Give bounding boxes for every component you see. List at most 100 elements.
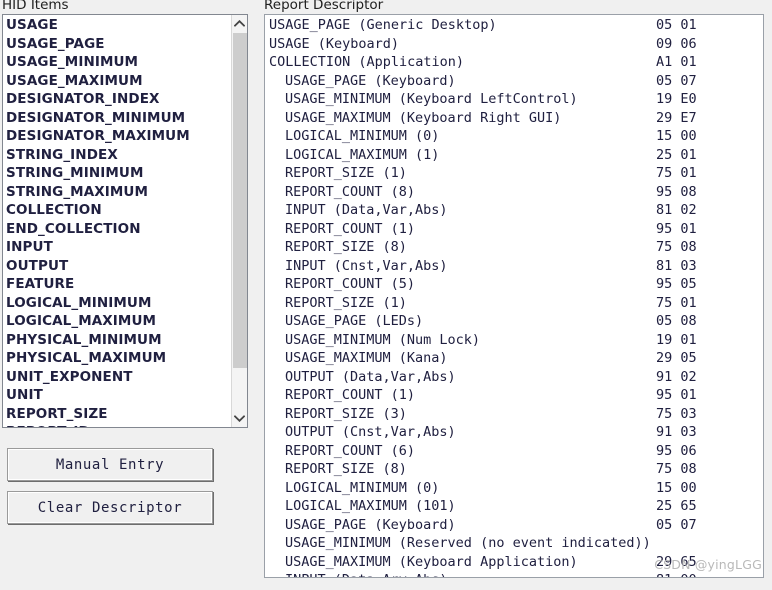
report-descriptor-item-text: REPORT_COUNT (6) [285, 442, 416, 459]
report-descriptor-line: COLLECTION (Application) A1 01 [267, 53, 763, 72]
hid-item[interactable]: REPORT_ID [6, 423, 231, 427]
report-descriptor-item-hex: 95 08 [656, 183, 697, 200]
report-descriptor-item-text: LOGICAL_MAXIMUM (1) [285, 146, 440, 163]
report-descriptor-item-hex: 95 01 [656, 220, 697, 237]
hid-items-group-label: HID Items [2, 0, 69, 13]
report-descriptor-line: LOGICAL_MAXIMUM (101) 25 65 [267, 497, 763, 516]
report-descriptor-item-hex: 75 01 [656, 294, 697, 311]
report-descriptor-item-hex: 19 01 [656, 331, 697, 348]
chevron-down-icon [234, 415, 245, 422]
report-descriptor-line: REPORT_SIZE (3) 75 03 [267, 405, 763, 424]
report-descriptor-item-hex: 75 08 [656, 461, 697, 477]
report-descriptor-item-hex: 91 02 [656, 368, 697, 385]
report-descriptor-line: INPUT (Data,Var,Abs) 81 02 [267, 201, 763, 220]
hid-item[interactable]: DESIGNATOR_INDEX [6, 90, 231, 109]
report-descriptor-line: USAGE_PAGE (Generic Desktop) 05 01 [267, 16, 763, 35]
report-descriptor-item-hex: 05 08 [656, 313, 697, 329]
scroll-down-button[interactable] [232, 410, 247, 427]
report-descriptor-item-hex: 09 06 [656, 35, 697, 52]
hid-item[interactable]: STRING_MINIMUM [6, 164, 231, 183]
report-descriptor-line: LOGICAL_MINIMUM (0) 15 00 [267, 479, 763, 498]
report-descriptor-line: REPORT_COUNT (8) 95 08 [267, 183, 763, 202]
report-descriptor-line: INPUT (Data,Ary,Abs) 81 00 [267, 571, 763, 577]
report-descriptor-item-hex: 75 01 [656, 165, 697, 181]
report-descriptor-line: REPORT_SIZE (8) 75 08 [267, 238, 763, 257]
report-descriptor-line: LOGICAL_MAXIMUM (1) 25 01 [267, 146, 763, 165]
report-descriptor-item-hex: A1 01 [656, 54, 697, 70]
report-descriptor-item-text: USAGE_PAGE (Keyboard) [285, 516, 456, 533]
report-descriptor-line: USAGE (Keyboard) 09 06 [267, 35, 763, 54]
report-descriptor-item-text: REPORT_SIZE (3) [285, 405, 407, 422]
hid-item[interactable]: FEATURE [6, 275, 231, 294]
report-descriptor-line: INPUT (Cnst,Var,Abs) 81 03 [267, 257, 763, 276]
report-descriptor-line: REPORT_COUNT (6) 95 06 [267, 442, 763, 461]
hid-item[interactable]: USAGE_MAXIMUM [6, 72, 231, 91]
report-descriptor-item-text: INPUT (Cnst,Var,Abs) [285, 257, 448, 274]
report-descriptor-line: OUTPUT (Cnst,Var,Abs) 91 03 [267, 423, 763, 442]
scroll-up-button[interactable] [232, 15, 247, 32]
report-descriptor-item-text: REPORT_COUNT (1) [285, 387, 416, 403]
hid-item[interactable]: USAGE [6, 16, 231, 35]
hid-item[interactable]: STRING_MAXIMUM [6, 183, 231, 202]
hid-item[interactable]: LOGICAL_MINIMUM [6, 294, 231, 313]
report-descriptor-item-text: USAGE_PAGE (Keyboard) [285, 72, 456, 89]
hid-item[interactable]: OUTPUT [6, 257, 231, 276]
hid-item[interactable]: LOGICAL_MAXIMUM [6, 312, 231, 331]
report-descriptor-line: USAGE_PAGE (Keyboard) 05 07 [267, 72, 763, 91]
hid-items-list[interactable]: USAGE USAGE_PAGE USAGE_MINIMUM USAGE_MAXIMU… [3, 15, 231, 427]
report-descriptor-item-hex: 05 07 [656, 516, 697, 533]
hid-item[interactable]: REPORT_SIZE [6, 405, 231, 424]
hid-item[interactable]: INPUT [6, 238, 231, 257]
hid-item[interactable]: COLLECTION [6, 201, 231, 220]
report-descriptor-line: REPORT_SIZE (8) 75 08 [267, 460, 763, 479]
report-descriptor-item-text: REPORT_COUNT (1) [285, 220, 416, 237]
report-descriptor-line: REPORT_COUNT (1) 95 01 [267, 220, 763, 239]
report-descriptor-item-hex: 91 03 [656, 424, 697, 440]
scroll-thumb[interactable] [233, 33, 247, 368]
hid-item[interactable]: STRING_INDEX [6, 146, 231, 165]
report-descriptor-item-text: USAGE_MAXIMUM (Keyboard Right GUI) [285, 109, 562, 126]
report-descriptor-item-text: LOGICAL_MAXIMUM (101) [285, 498, 456, 514]
hid-item[interactable]: PHYSICAL_MAXIMUM [6, 349, 231, 368]
hid-item[interactable]: UNIT [6, 386, 231, 405]
clear-descriptor-button[interactable]: Clear Descriptor [7, 491, 213, 524]
hid-item[interactable]: PHYSICAL_MINIMUM [6, 331, 231, 350]
report-descriptor-item-hex: 15 00 [656, 128, 697, 144]
report-descriptor-line: USAGE_MINIMUM (Keyboard LeftControl) 19 E… [267, 90, 763, 109]
hid-item[interactable]: USAGE_MINIMUM [6, 53, 231, 72]
report-descriptor-item-hex: 75 03 [656, 405, 697, 422]
report-descriptor-item-text: REPORT_SIZE (1) [285, 294, 407, 311]
report-descriptor-item-text: USAGE_MINIMUM (Num Lock) [285, 331, 481, 348]
hid-item[interactable]: DESIGNATOR_MINIMUM [6, 109, 231, 128]
report-descriptor-line: OUTPUT (Data,Var,Abs) 91 02 [267, 368, 763, 387]
manual-entry-button[interactable]: Manual Entry [7, 448, 213, 481]
report-descriptor-item-hex: 05 01 [656, 17, 697, 33]
hid-item[interactable]: END_COLLECTION [6, 220, 231, 239]
report-descriptor-textbox[interactable]: USAGE_PAGE (Generic Desktop) 05 01 USAGE (… [264, 14, 764, 578]
report-descriptor-item-text: LOGICAL_MINIMUM (0) [285, 479, 440, 496]
report-descriptor-item-hex: 25 01 [656, 146, 697, 163]
report-descriptor-line: REPORT_COUNT (5) 95 05 [267, 275, 763, 294]
report-descriptor-line: USAGE_MAXIMUM (Keyboard Right GUI) 29 E7 [267, 109, 763, 128]
report-descriptor-item-text: LOGICAL_MINIMUM (0) [285, 128, 440, 144]
hid-item[interactable]: DESIGNATOR_MAXIMUM [6, 127, 231, 146]
report-descriptor-item-hex: 29 E7 [656, 109, 697, 126]
chevron-up-icon [234, 20, 245, 27]
report-descriptor-item-text: REPORT_SIZE (1) [285, 165, 407, 181]
report-descriptor-item-text: OUTPUT (Data,Var,Abs) [285, 368, 456, 385]
watermark: CSDN @yingLGG [654, 557, 762, 572]
report-descriptor-item-text: REPORT_COUNT (5) [285, 276, 416, 292]
report-descriptor-item-text: OUTPUT (Cnst,Var,Abs) [285, 424, 456, 440]
hid-items-scrollbar[interactable] [231, 15, 247, 427]
hid-item[interactable]: UNIT_EXPONENT [6, 368, 231, 387]
report-descriptor-item-text: USAGE_MAXIMUM (Kana) [285, 350, 448, 366]
hid-items-listbox[interactable]: USAGE USAGE_PAGE USAGE_MINIMUM USAGE_MAXIMU… [2, 14, 248, 428]
report-descriptor-item-hex: 05 07 [656, 72, 697, 89]
report-descriptor-line: USAGE_MINIMUM (Num Lock) 19 01 [267, 331, 763, 350]
report-descriptor-item-hex: 81 03 [656, 257, 697, 274]
report-descriptor-item-text: USAGE_MINIMUM (Keyboard LeftControl) [285, 91, 578, 107]
report-descriptor-line: LOGICAL_MINIMUM (0) 15 00 [267, 127, 763, 146]
report-descriptor-item-hex: 95 01 [656, 387, 697, 403]
hid-item[interactable]: USAGE_PAGE [6, 35, 231, 54]
report-descriptor-item-text: USAGE_PAGE (Generic Desktop) [269, 17, 497, 33]
